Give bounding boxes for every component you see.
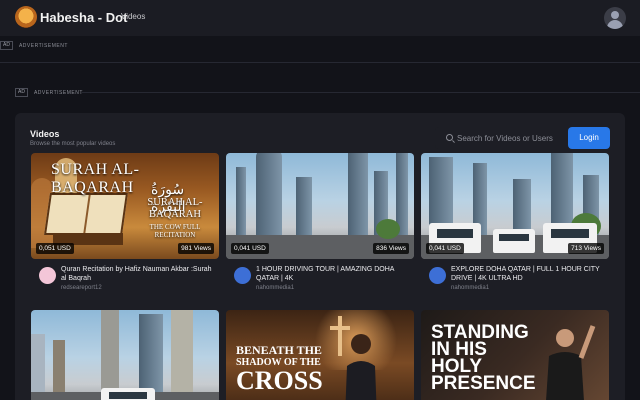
price-badge: 0,051 USD — [36, 243, 74, 254]
car — [493, 229, 535, 253]
ad-label: ADVERTISEMENT — [18, 42, 68, 49]
channel-name[interactable]: nahommedia1 — [256, 285, 294, 291]
divider — [0, 62, 640, 63]
ad-label: ADVERTISEMENT — [33, 89, 83, 96]
thumbnail-text: CROSS — [236, 366, 323, 395]
channel-avatar[interactable] — [234, 267, 251, 284]
skyscraper — [256, 153, 282, 237]
search-input[interactable] — [457, 130, 572, 146]
video-thumbnail[interactable]: STANDING IN HIS HOLY PRESENCE — [421, 310, 609, 400]
brand-name[interactable]: Habesha - Dot — [40, 10, 127, 25]
video-thumbnail[interactable]: 0,041 USD 713 Views — [421, 153, 609, 259]
building — [53, 340, 65, 394]
section-subtitle: Browse the most popular videos — [30, 141, 116, 147]
video-title[interactable]: EXPLORE DOHA QATAR | FULL 1 HOUR CITY DR… — [451, 265, 606, 283]
video-title[interactable]: 1 HOUR DRIVING TOUR | AMAZING DOHA QATAR… — [256, 265, 411, 283]
ad-tag: AD — [15, 88, 28, 97]
video-thumbnail[interactable]: SURAH AL-BAQARAH سُورَةُ البَقَرَة SURAH… — [31, 153, 219, 259]
video-meta: EXPLORE DOHA QATAR | FULL 1 HOUR CITY DR… — [421, 259, 609, 305]
thumbnail-caption: THE COW FULL RECITATION — [149, 223, 201, 239]
views-badge: 981 Views — [178, 243, 214, 254]
thumbnail-line: PRESENCE — [431, 373, 536, 394]
thumbnail-text: BENEATH THE — [236, 343, 322, 357]
skyscraper — [236, 167, 246, 237]
nav-link-videos[interactable]: Videos — [121, 12, 145, 21]
video-title[interactable]: Quran Recitation by Hafiz Nauman Akbar :… — [61, 265, 216, 283]
views-badge: 713 Views — [568, 243, 604, 254]
video-meta: 1 HOUR DRIVING TOUR | AMAZING DOHA QATAR… — [226, 259, 414, 305]
user-avatar-button[interactable] — [604, 7, 626, 29]
van — [101, 388, 155, 400]
book-icon — [44, 193, 128, 235]
building — [31, 334, 45, 394]
video-card[interactable] — [31, 310, 219, 400]
worshipper — [546, 325, 596, 400]
channel-avatar[interactable] — [429, 267, 446, 284]
video-card[interactable]: 0,041 USD 836 Views 1 HOUR DRIVING TOUR … — [226, 153, 414, 305]
advertisement-banner: AD ADVERTISEMENT — [15, 88, 83, 97]
video-card[interactable]: STANDING IN HIS HOLY PRESENCE — [421, 310, 609, 400]
channel-name[interactable]: nahommedia1 — [451, 285, 489, 291]
divider — [82, 92, 640, 93]
search-icon — [446, 134, 453, 141]
videos-panel: Videos Browse the most popular videos Lo… — [15, 113, 625, 400]
lion-logo-icon[interactable] — [15, 6, 37, 28]
video-card[interactable]: BENEATH THE SHADOW OF THE CROSS — [226, 310, 414, 400]
channel-name[interactable]: redseareport12 — [61, 285, 102, 291]
ad-tag: AD — [0, 41, 13, 50]
video-card[interactable]: SURAH AL-BAQARAH سُورَةُ البَقَرَة SURAH… — [31, 153, 219, 305]
price-badge: 0,041 USD — [426, 243, 464, 254]
video-meta: Quran Recitation by Hafiz Nauman Akbar :… — [31, 259, 219, 305]
skyscraper — [101, 310, 119, 394]
skyscraper — [139, 314, 163, 394]
login-button[interactable]: Login — [568, 127, 610, 149]
thumbnail-subtitle: SURAH AL-BAQARAH — [147, 197, 203, 220]
search-box — [435, 127, 575, 149]
channel-avatar[interactable] — [39, 267, 56, 284]
skyscraper — [171, 310, 193, 394]
price-badge: 0,041 USD — [231, 243, 269, 254]
user-icon-body — [607, 20, 623, 29]
video-thumbnail[interactable]: 0,041 USD 836 Views — [226, 153, 414, 259]
praying-man — [345, 334, 377, 400]
skyscraper — [348, 153, 368, 237]
advertisement-banner: AD ADVERTISEMENT — [0, 41, 68, 50]
thumbnail-text: STANDING IN HIS HOLY PRESENCE — [431, 323, 536, 394]
tree — [376, 219, 400, 239]
section-title: Videos — [30, 129, 60, 139]
skyscraper — [296, 177, 312, 237]
top-navbar: Habesha - Dot Videos — [0, 0, 640, 36]
views-badge: 836 Views — [373, 243, 409, 254]
video-card[interactable]: 0,041 USD 713 Views EXPLORE DOHA QATAR |… — [421, 153, 609, 305]
user-icon — [611, 11, 619, 19]
video-thumbnail[interactable]: BENEATH THE SHADOW OF THE CROSS — [226, 310, 414, 400]
video-thumbnail[interactable] — [31, 310, 219, 400]
